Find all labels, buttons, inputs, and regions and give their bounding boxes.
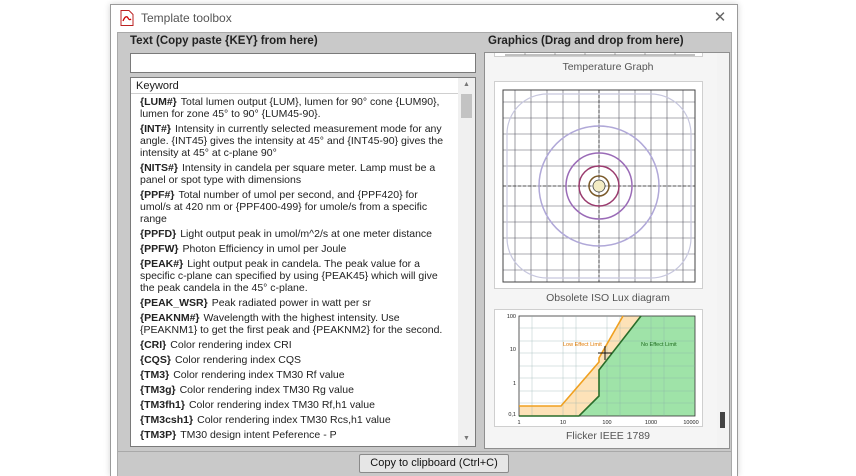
keyword-key: {NITS#} <box>140 162 178 174</box>
keyword-item[interactable]: {PPFW} Photon Efficiency in umol per Joul… <box>131 243 458 255</box>
keyword-item[interactable]: {TM3fh1} Color rendering index TM30 Rf,h1… <box>131 399 458 411</box>
keyword-key: {PEAK_WSR} <box>140 297 208 309</box>
keyword-item[interactable]: {NITS#} Intensity in candela per square m… <box>131 162 458 186</box>
keyword-description: Color rendering index TM30 Rcs,h1 value <box>197 414 391 426</box>
y-tick: 100 <box>507 314 516 320</box>
x-tick: 10000 <box>683 420 698 426</box>
keyword-description: Color rendering index CQS <box>174 354 301 366</box>
title-bar: Template toolbox ✕ <box>111 5 737 31</box>
keyword-item[interactable]: {CRI} Color rendering index CRI <box>131 339 458 351</box>
keyword-key: {PPFW} <box>140 243 179 255</box>
low-effect-limit-label: Low Effect Limit <box>563 342 602 348</box>
keyword-key: {TM3g} <box>140 384 176 396</box>
window-title: Template toolbox <box>141 11 232 25</box>
copy-to-clipboard-button[interactable]: Copy to clipboard (Ctrl+C) <box>359 454 509 473</box>
graphics-panel-header: Graphics (Drag and drop from here) <box>488 35 684 47</box>
keyword-description: TM30 design intent Peference - P <box>180 429 337 441</box>
keyword-item[interactable]: {PPFD} Light output peak in umol/m^2/s at… <box>131 228 458 240</box>
flicker-ieee-thumbnail[interactable]: Low Effect Limit No Effect Limit 100 10 … <box>494 309 703 427</box>
temperature-graph-thumbnail[interactable] <box>494 53 703 57</box>
keyword-column-header[interactable]: Keyword <box>131 78 458 94</box>
keyword-item[interactable]: {TM3} Color rendering index TM30 Rf value <box>131 369 458 381</box>
keyword-key: {TM3csh1} <box>140 414 194 426</box>
keyword-item[interactable]: {TM3g} Color rendering index TM30 Rg valu… <box>131 384 458 396</box>
keyword-key: {PEAK#} <box>140 258 184 270</box>
graphics-scrollbar[interactable] <box>717 53 729 448</box>
x-tick: 1 <box>517 420 520 426</box>
x-tick: 10 <box>560 420 566 426</box>
keyword-item[interactable]: {TM3csh1} Color rendering index TM30 Rcs,… <box>131 414 458 426</box>
keyword-search-input[interactable] <box>130 53 476 73</box>
pdf-document-icon <box>120 10 134 26</box>
footer-bar: Copy to clipboard (Ctrl+C) <box>117 452 732 476</box>
keyword-item[interactable]: {INT#} Intensity in currently selected me… <box>131 123 458 159</box>
keyword-description: Color rendering index CRI <box>170 339 292 351</box>
keyword-description: Color rendering index TM30 Rg value <box>179 384 354 396</box>
keyword-item[interactable]: {TM3P} TM30 design intent Peference - P <box>131 429 458 441</box>
keyword-key: {INT#} <box>140 123 171 135</box>
keyword-description: Total number of umol per second, and {PP… <box>140 189 428 225</box>
keyword-item[interactable]: {PEAKNM#} Wavelength with the highest int… <box>131 312 458 336</box>
y-tick: 10 <box>510 347 516 353</box>
x-tick: 1000 <box>645 420 657 426</box>
keyword-items: {LUM#} Total lumen output {LUM}, lumen fo… <box>131 96 458 444</box>
keyword-description: Peak radiated power in watt per sr <box>211 297 372 309</box>
keyword-key: {PEAKNM#} <box>140 312 200 324</box>
keyword-item[interactable]: {PEAK#} Light output peak in candela. The… <box>131 258 458 294</box>
keyword-description: Intensity in candela per square meter. L… <box>140 162 436 186</box>
close-button[interactable]: ✕ <box>709 7 731 29</box>
keyword-item[interactable]: {PPF#} Total number of umol per second, a… <box>131 189 458 225</box>
keyword-item[interactable]: {LUM#} Total lumen output {LUM}, lumen fo… <box>131 96 458 120</box>
keyword-key: {CRI} <box>140 339 167 351</box>
temperature-graph-caption: Temperature Graph <box>562 61 654 73</box>
no-effect-limit-label: No Effect Limit <box>641 342 677 348</box>
y-tick: 0,1 <box>508 412 516 418</box>
x-tick: 100 <box>602 420 611 426</box>
keyword-list-scrollbar[interactable]: ▲ ▼ <box>458 78 475 446</box>
iso-lux-diagram-thumbnail[interactable] <box>494 81 703 289</box>
keyword-key: {LUM#} <box>140 96 177 108</box>
keyword-key: {TM3} <box>140 369 170 381</box>
y-tick: 1 <box>513 381 516 387</box>
keyword-description: Light output peak in umol/m^2/s at one m… <box>180 228 433 240</box>
keyword-description: Color rendering index TM30 Rf value <box>173 369 345 381</box>
flicker-caption: Flicker IEEE 1789 <box>565 430 651 442</box>
text-panel-header: Text (Copy paste {KEY} from here) <box>130 35 318 47</box>
keyword-list[interactable]: Keyword {LUM#} Total lumen output {LUM}, … <box>130 77 476 447</box>
keyword-item[interactable]: {CQS} Color rendering index CQS <box>131 354 458 366</box>
keyword-description: Total lumen output {LUM}, lumen for 90° … <box>140 96 440 120</box>
scrollbar-thumb[interactable] <box>461 94 472 118</box>
keyword-key: {PPFD} <box>140 228 177 240</box>
scroll-down-arrow-icon[interactable]: ▼ <box>458 432 475 446</box>
keyword-description: Color rendering index TM30 Rf,h1 value <box>188 399 375 411</box>
toolbox-body: Text (Copy paste {KEY} from here) Keywor… <box>117 32 732 452</box>
keyword-item[interactable]: {PEAK_WSR} Peak radiated power in watt pe… <box>131 297 458 309</box>
keyword-description: Intensity in currently selected measurem… <box>140 123 444 159</box>
scroll-up-arrow-icon[interactable]: ▲ <box>458 78 475 92</box>
graphics-gallery: Temperature Graph Obsolete ISO Lux diagr… <box>484 52 730 449</box>
text-panel: Text (Copy paste {KEY} from here) Keywor… <box>120 33 478 453</box>
keyword-key: {TM3P} <box>140 429 177 441</box>
keyword-key: {PPF#} <box>140 189 175 201</box>
iso-lux-caption: Obsolete ISO Lux diagram <box>546 292 670 304</box>
keyword-key: {CQS} <box>140 354 171 366</box>
graphics-scrollbar-thumb[interactable] <box>720 412 725 428</box>
keyword-key: {TM3fh1} <box>140 399 185 411</box>
keyword-description: Photon Efficiency in umol per Joule <box>182 243 347 255</box>
template-toolbox-window: Template toolbox ✕ Text (Copy paste {KEY… <box>110 4 738 476</box>
graphics-panel: Graphics (Drag and drop from here) Tempe… <box>484 33 733 453</box>
keyword-description: Light output peak in candela. The peak v… <box>140 258 438 294</box>
